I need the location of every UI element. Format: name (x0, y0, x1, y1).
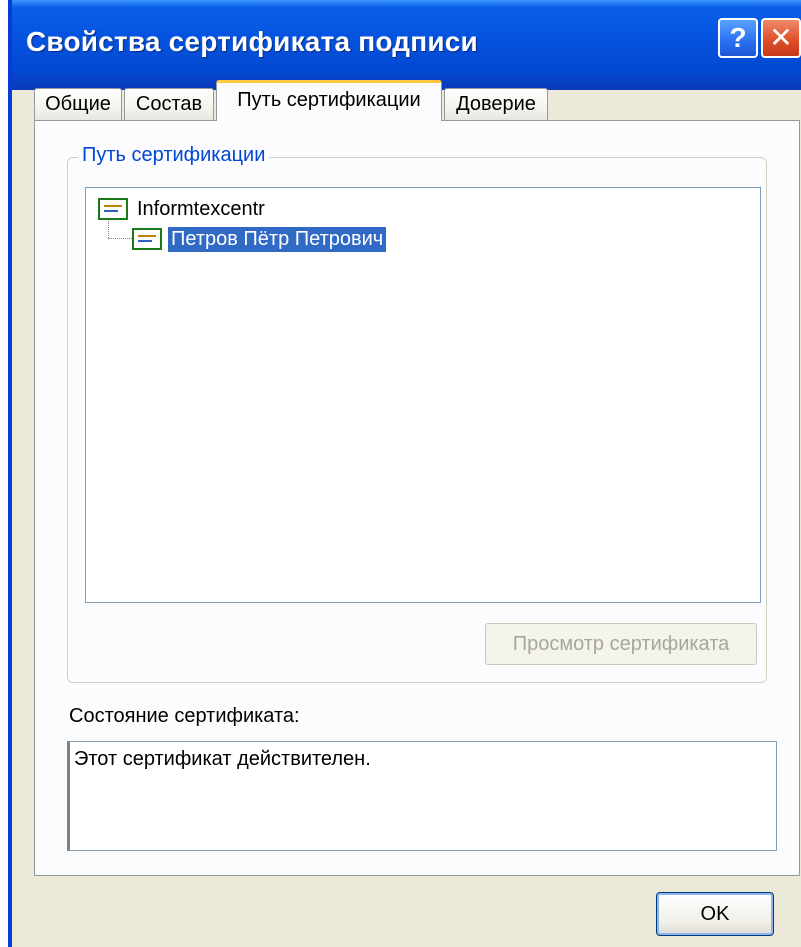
window-title: Свойства сертификата подписи (26, 26, 478, 57)
tab-panel: Путь сертификации Informtexcentr Петров … (34, 120, 800, 876)
tree-node-root[interactable]: Informtexcentr (98, 194, 268, 224)
ok-button[interactable]: OK (656, 892, 774, 936)
certificate-icon (98, 198, 128, 220)
tab-trust[interactable]: Доверие (444, 88, 548, 120)
dialog-window: Свойства сертификата подписи ? ✕ Общие С… (8, 0, 801, 947)
help-icon: ? (729, 22, 747, 53)
close-button[interactable]: ✕ (761, 18, 801, 58)
tree-connector (108, 238, 132, 239)
certificate-icon (132, 228, 162, 250)
tab-details[interactable]: Состав (124, 88, 214, 120)
certificate-tree[interactable]: Informtexcentr Петров Пётр Петрович (85, 187, 761, 603)
status-textbox[interactable]: Этот сертификат действителен. (67, 741, 777, 851)
status-label: Состояние сертификата: (69, 705, 300, 727)
close-icon: ✕ (769, 22, 793, 53)
group-label: Путь сертификации (78, 144, 270, 167)
help-button[interactable]: ? (718, 18, 758, 58)
view-certificate-button[interactable]: Просмотр сертификата (485, 623, 757, 665)
tree-node-selected[interactable]: Петров Пётр Петрович (132, 224, 388, 254)
tree-node-label: Informtexcentr (137, 197, 265, 220)
tab-general[interactable]: Общие (34, 88, 122, 120)
title-bar[interactable]: Свойства сертификата подписи ? ✕ (12, 0, 801, 90)
tree-node-label: Петров Пётр Петрович (166, 225, 388, 253)
tab-certification-path[interactable]: Путь сертификации (216, 80, 442, 121)
